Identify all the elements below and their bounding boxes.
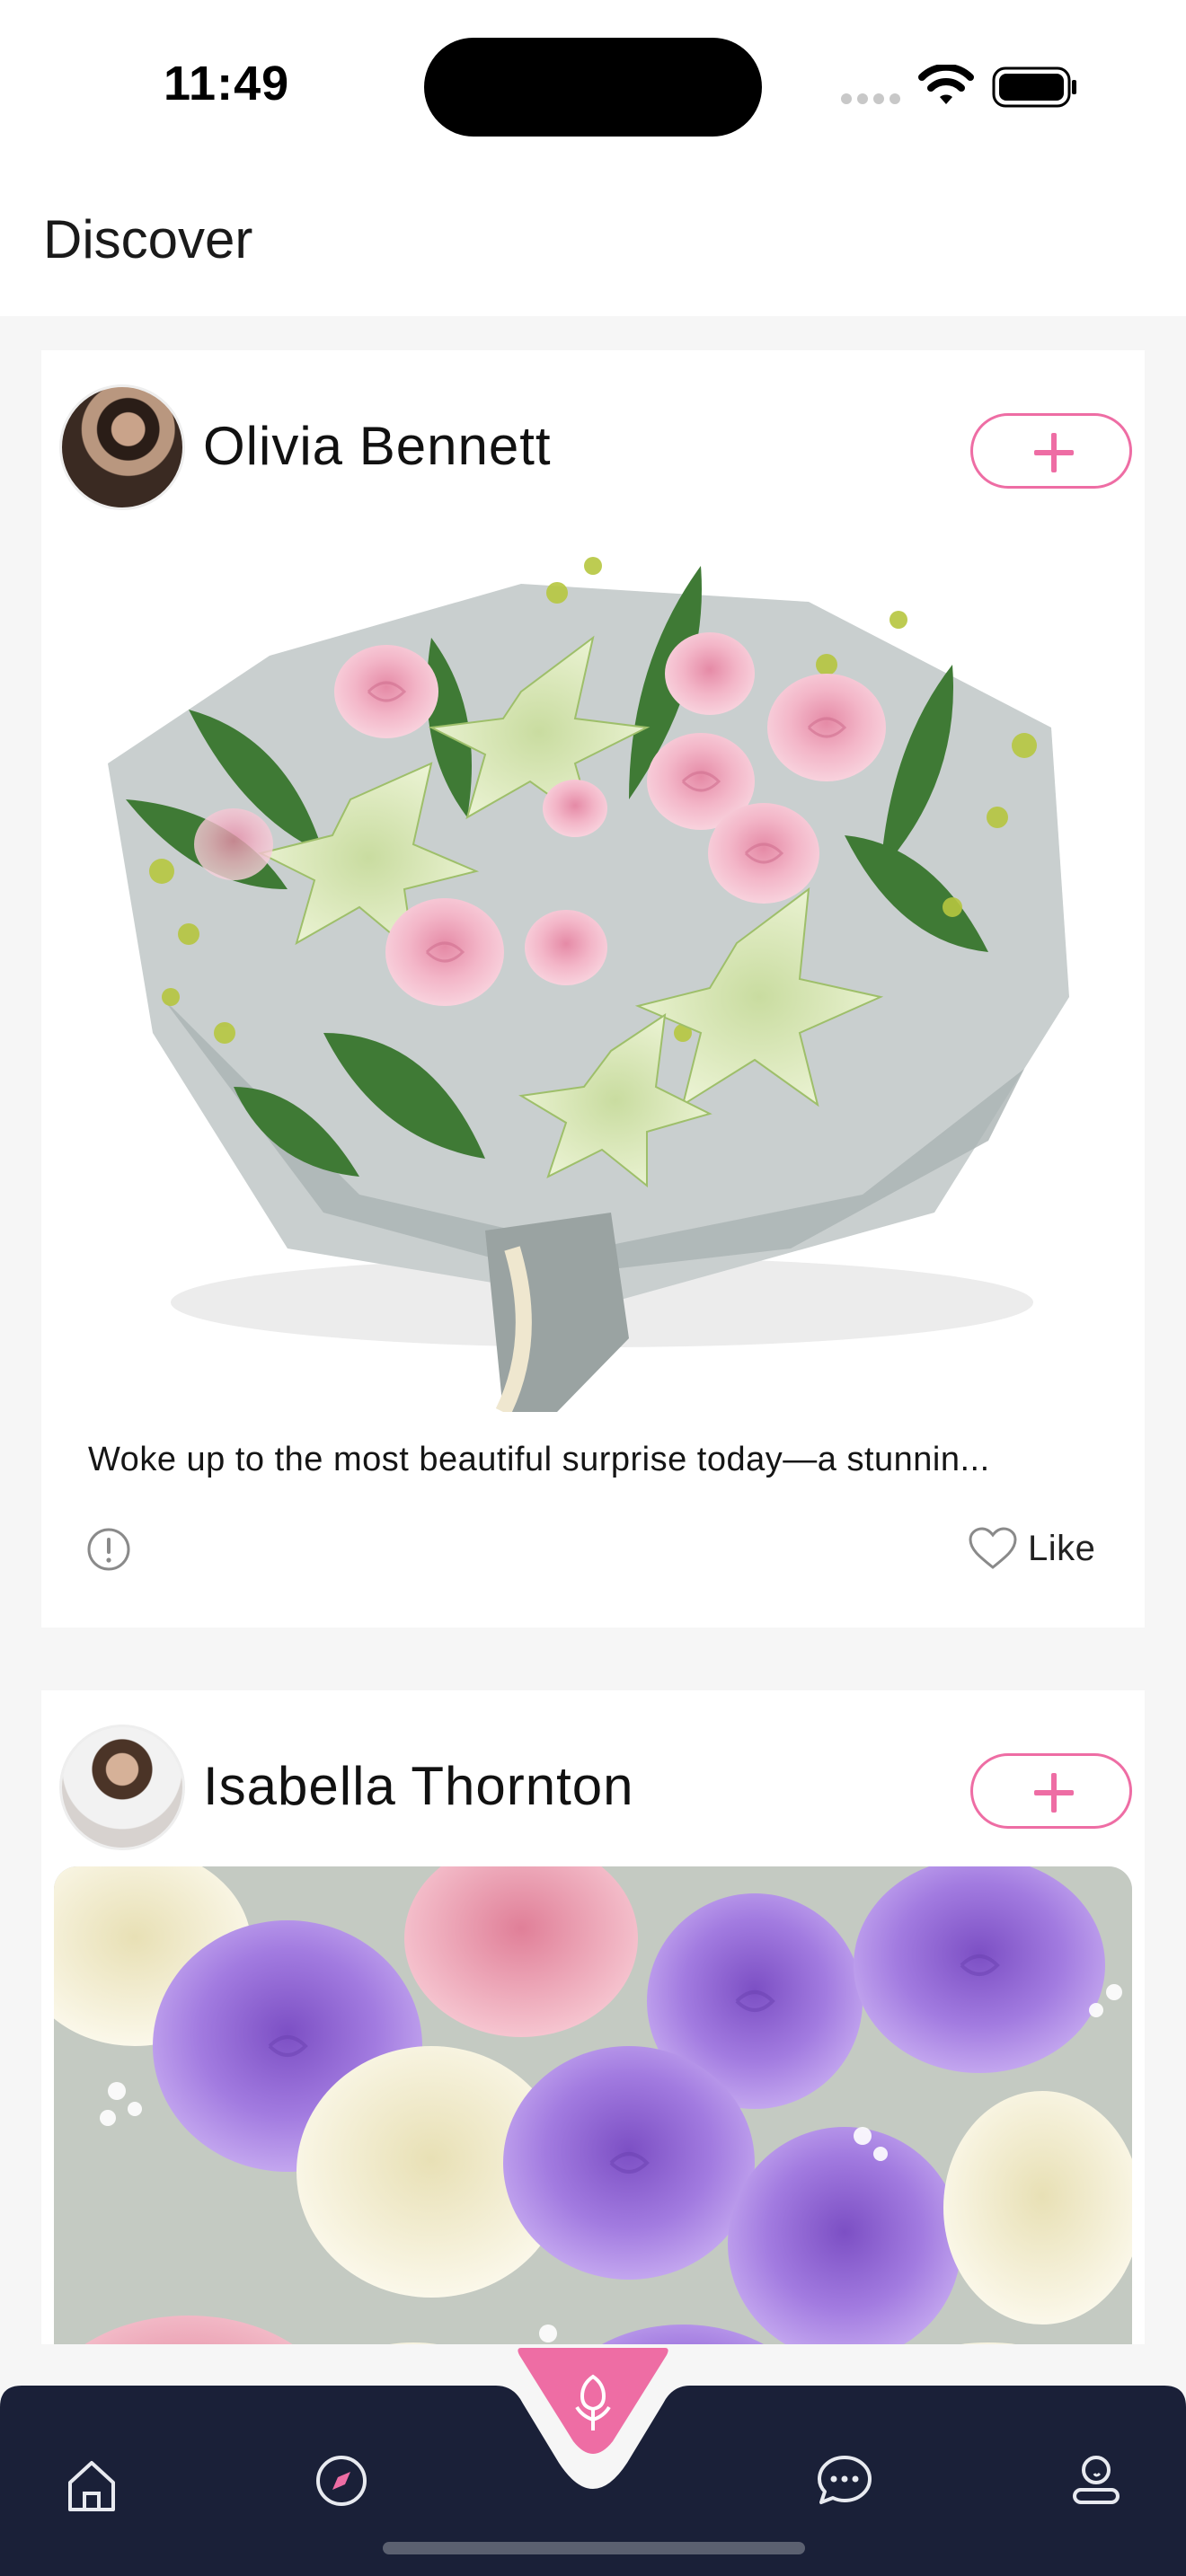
home-icon[interactable]: [56, 2450, 128, 2522]
post-author-name[interactable]: Olivia Bennett: [203, 415, 552, 477]
post-caption[interactable]: Woke up to the most beautiful surprise t…: [88, 1441, 1103, 1479]
page-header: Discover: [0, 171, 1186, 316]
dynamic-island: [424, 38, 762, 137]
status-bar: 11:49: [0, 0, 1186, 171]
like-label: Like: [1028, 1528, 1096, 1568]
home-indicator: [383, 2542, 805, 2554]
chat-icon[interactable]: [809, 2445, 881, 2517]
flower-icon[interactable]: [516, 2344, 670, 2457]
bouquet-illustration: [54, 530, 1132, 1412]
page-title: Discover: [43, 209, 253, 269]
signal-icon: [841, 93, 900, 106]
discover-feed[interactable]: Olivia Bennett Woke up to the most beaut…: [0, 316, 1186, 2346]
post-image[interactable]: [54, 1866, 1132, 2346]
profile-icon[interactable]: [1060, 2443, 1132, 2515]
post-image[interactable]: [54, 530, 1132, 1412]
flowers-illustration: [54, 1866, 1132, 2346]
wifi-icon: [918, 65, 974, 104]
alert-circle-icon[interactable]: [86, 1527, 131, 1572]
battery-icon: [992, 66, 1076, 108]
heart-icon: [969, 1527, 1017, 1569]
status-time: 11:49: [164, 57, 290, 110]
compass-icon[interactable]: [305, 2445, 377, 2517]
post-card[interactable]: Olivia Bennett Woke up to the most beaut…: [41, 350, 1145, 1628]
like-button[interactable]: Like: [967, 1523, 1095, 1574]
post-author-name[interactable]: Isabella Thornton: [203, 1755, 634, 1817]
avatar[interactable]: [59, 1725, 185, 1850]
post-card[interactable]: Isabella Thornton: [41, 1690, 1145, 2346]
tab-bar: [0, 2344, 1186, 2576]
follow-button[interactable]: [970, 413, 1132, 489]
follow-button[interactable]: [970, 1753, 1132, 1829]
avatar[interactable]: [59, 384, 185, 510]
